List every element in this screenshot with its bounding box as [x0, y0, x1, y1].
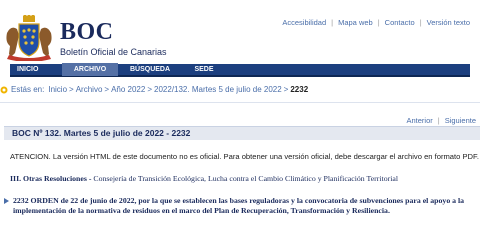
- breadcrumb-separator: >: [147, 85, 153, 94]
- triangle-right-icon: [4, 198, 9, 204]
- breadcrumb-label: Estás en:: [11, 85, 45, 94]
- breadcrumb-link-archivo[interactable]: Archivo: [76, 85, 103, 94]
- boc-issue-heading: BOC Nº 132. Martes 5 de julio de 2022 - …: [4, 126, 480, 140]
- contact-link[interactable]: Contacto: [385, 18, 415, 27]
- canarias-coat-of-arms-icon[interactable]: [3, 15, 55, 61]
- next-link[interactable]: Siguiente: [445, 116, 476, 125]
- brand[interactable]: BOC Boletín Oficial de Canarias: [60, 20, 167, 57]
- previous-link[interactable]: Anterior: [407, 116, 433, 125]
- separator: |: [377, 18, 380, 27]
- brand-title[interactable]: BOC: [60, 20, 167, 44]
- sitemap-link[interactable]: Mapa web: [338, 18, 373, 27]
- text-version-link[interactable]: Versión texto: [427, 18, 470, 27]
- nav-item-inicio[interactable]: INICIO: [10, 63, 62, 76]
- document-entry-title[interactable]: 2232 ORDEN de 22 de junio de 2022, por l…: [13, 196, 475, 215]
- divider: [0, 102, 480, 103]
- top-links: Accesibilidad | Mapa web | Contacto | Ve…: [282, 18, 470, 27]
- nav-item-archivo[interactable]: ARCHIVO: [62, 63, 118, 76]
- section-title: III. Otras Resoluciones - Consejería de …: [10, 174, 398, 183]
- brand-subtitle: Boletín Oficial de Canarias: [60, 47, 167, 57]
- breadcrumb: Estás en: Inicio > Archivo > Año 2022 > …: [0, 85, 308, 94]
- pager: Anterior | Siguiente: [407, 116, 477, 125]
- breadcrumb-link-year[interactable]: Año 2022: [111, 85, 145, 94]
- breadcrumb-separator: >: [283, 85, 289, 94]
- nav-item-busqueda[interactable]: BÚSQUEDA: [118, 63, 182, 76]
- accessibility-link[interactable]: Accesibilidad: [282, 18, 326, 27]
- html-version-notice: ATENCION. La versión HTML de este docume…: [10, 152, 479, 161]
- separator: |: [419, 18, 422, 27]
- section-department: Consejería de Transición Ecológica, Luch…: [93, 174, 398, 183]
- separator: |: [331, 18, 334, 27]
- breadcrumb-link-inicio[interactable]: Inicio: [48, 85, 67, 94]
- nav-item-sede[interactable]: SEDE: [182, 63, 226, 76]
- location-bullet-icon: [0, 86, 8, 93]
- breadcrumb-link-issue[interactable]: 2022/132. Martes 5 de julio de 2022: [154, 85, 282, 94]
- breadcrumb-separator: >: [69, 85, 74, 94]
- main-nav: INICIO ARCHIVO BÚSQUEDA SEDE: [10, 63, 470, 77]
- section-prefix: III. Otras Resoluciones -: [10, 174, 92, 183]
- separator: |: [437, 116, 440, 125]
- breadcrumb-separator: >: [104, 85, 110, 94]
- page: BOC Boletín Oficial de Canarias Accesibi…: [0, 0, 480, 240]
- breadcrumb-current: 2232: [290, 85, 309, 94]
